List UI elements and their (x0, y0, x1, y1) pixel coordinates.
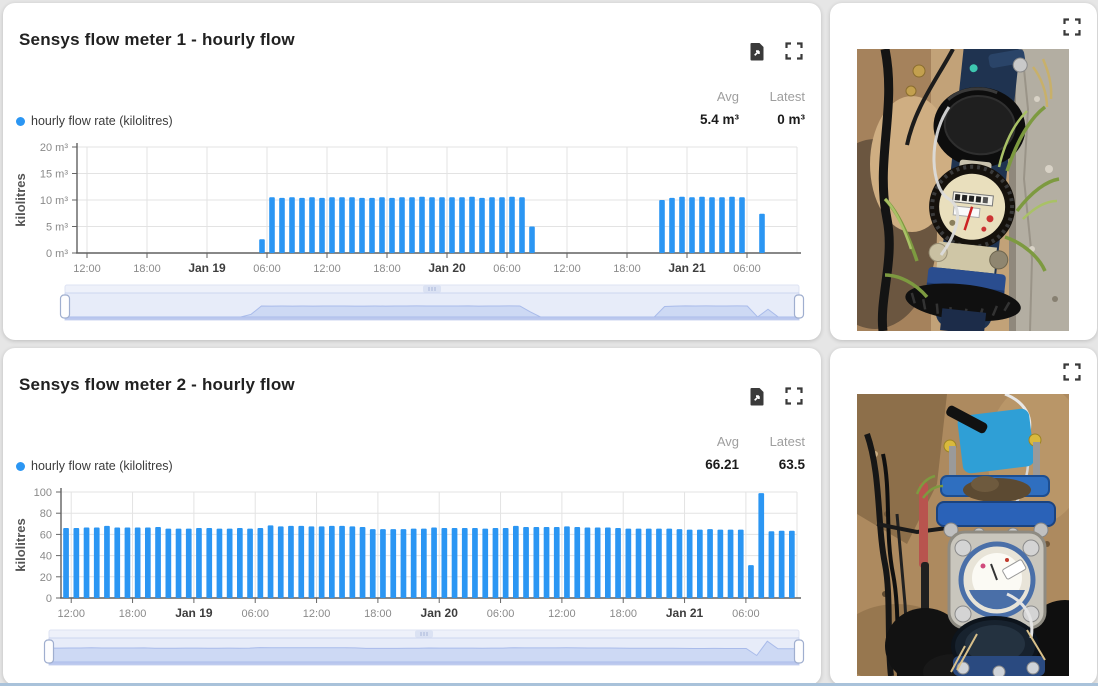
time-range-slider-2[interactable] (11, 628, 807, 670)
slider-handle-right[interactable] (795, 295, 804, 318)
dashboard: { "panels": [ { "title": "Sensys flow me… (0, 0, 1098, 686)
svg-text:06:00: 06:00 (253, 263, 281, 275)
svg-text:18:00: 18:00 (364, 608, 392, 620)
svg-text:12:00: 12:00 (303, 608, 331, 620)
avg-stat: Avg 5.4 m³ (697, 89, 739, 127)
latest-label: Latest (763, 89, 805, 104)
panel-toolbar (748, 41, 805, 61)
svg-text:100: 100 (34, 487, 52, 499)
legend-item-hourly-flow-rate[interactable]: hourly flow rate (kilolitres) (16, 459, 173, 473)
svg-text:18:00: 18:00 (613, 263, 641, 275)
avg-value: 5.4 m³ (697, 112, 739, 127)
avg-value: 66.21 (697, 457, 739, 472)
legend-marker-icon (16, 462, 25, 471)
svg-text:18:00: 18:00 (609, 608, 637, 620)
svg-text:0 m³: 0 m³ (46, 248, 68, 260)
panel-meter-photo-1 (830, 3, 1097, 340)
svg-text:06:00: 06:00 (732, 608, 760, 620)
flow-meter-photo-illustration (857, 394, 1069, 676)
panel-toolbar (748, 386, 805, 406)
avg-stat: Avg 66.21 (697, 434, 739, 472)
fullscreen-button[interactable] (785, 41, 805, 61)
fullscreen-button[interactable] (785, 386, 805, 406)
svg-text:15 m³: 15 m³ (40, 169, 68, 181)
legend-item-hourly-flow-rate[interactable]: hourly flow rate (kilolitres) (16, 114, 173, 128)
svg-text:80: 80 (40, 508, 52, 520)
svg-text:20: 20 (40, 572, 52, 584)
svg-text:Jan 19: Jan 19 (188, 261, 226, 275)
fullscreen-button[interactable] (1063, 362, 1083, 382)
svg-text:10 m³: 10 m³ (40, 195, 68, 207)
latest-value: 63.5 (763, 457, 805, 472)
fullscreen-icon (1063, 18, 1081, 36)
export-report-button[interactable] (748, 41, 768, 61)
export-report-button[interactable] (748, 386, 768, 406)
panel-flow-meter-2: Sensys flow meter 2 - hourly flow Avg 66… (3, 348, 821, 685)
slider-handle-left[interactable] (61, 295, 70, 318)
svg-text:Jan 20: Jan 20 (428, 261, 466, 275)
svg-text:12:00: 12:00 (57, 608, 85, 620)
hourly-flow-chart-1[interactable]: 0 m³ 5 m³ 10 m³ 15 m³ 20 m³ 12:00 18:00 Jan 19 0… (11, 141, 807, 279)
fullscreen-icon (785, 387, 803, 405)
svg-text:Jan 19: Jan 19 (175, 606, 213, 620)
svg-text:5 m³: 5 m³ (46, 222, 68, 234)
svg-text:60: 60 (40, 529, 52, 541)
slider-handle-left[interactable] (45, 640, 54, 663)
svg-text:12:00: 12:00 (73, 263, 101, 275)
svg-text:18:00: 18:00 (373, 263, 401, 275)
legend-label: hourly flow rate (kilolitres) (31, 114, 173, 128)
svg-text:20 m³: 20 m³ (40, 142, 68, 154)
latest-label: Latest (763, 434, 805, 449)
svg-text:06:00: 06:00 (241, 608, 269, 620)
avg-label: Avg (697, 434, 739, 449)
svg-text:06:00: 06:00 (487, 608, 515, 620)
svg-text:12:00: 12:00 (548, 608, 576, 620)
latest-stat: Latest 0 m³ (763, 89, 805, 127)
chart-stats: Avg 66.21 Latest 63.5 (697, 434, 805, 472)
slider-handle-right[interactable] (795, 640, 804, 663)
page-title: Sensys flow meter 1 - hourly flow (19, 30, 295, 50)
meter-photo-1 (857, 49, 1069, 331)
fullscreen-icon (1063, 363, 1081, 381)
latest-stat: Latest 63.5 (763, 434, 805, 472)
legend-marker-icon (16, 117, 25, 126)
meter-photo-2 (857, 394, 1069, 676)
time-range-slider-1[interactable] (11, 283, 807, 325)
fullscreen-button[interactable] (1063, 17, 1083, 37)
panel-meter-photo-2 (830, 348, 1097, 685)
chart-stats: Avg 5.4 m³ Latest 0 m³ (697, 89, 805, 127)
svg-text:18:00: 18:00 (133, 263, 161, 275)
dashboard-grid: Sensys flow meter 1 - hourly flow Avg 5.… (3, 3, 1097, 685)
fullscreen-icon (785, 42, 803, 60)
export-report-icon (748, 42, 766, 61)
svg-text:18:00: 18:00 (119, 608, 147, 620)
svg-text:06:00: 06:00 (733, 263, 761, 275)
latest-value: 0 m³ (763, 112, 805, 127)
svg-text:kilolitres: kilolitres (13, 173, 28, 226)
flow-meter-photo-illustration (857, 49, 1069, 331)
svg-text:kilolitres: kilolitres (13, 518, 28, 571)
export-report-icon (748, 387, 766, 406)
svg-text:40: 40 (40, 551, 52, 563)
svg-text:0: 0 (46, 593, 52, 605)
svg-text:Jan 21: Jan 21 (666, 606, 704, 620)
svg-text:12:00: 12:00 (313, 263, 341, 275)
panel-flow-meter-1: Sensys flow meter 1 - hourly flow Avg 5.… (3, 3, 821, 340)
hourly-flow-chart-2[interactable]: 0 20 40 60 80 100 12:00 18:00 Jan 19 06:00 12:00 18… (11, 486, 807, 624)
svg-text:Jan 20: Jan 20 (421, 606, 459, 620)
page-title: Sensys flow meter 2 - hourly flow (19, 375, 295, 395)
avg-label: Avg (697, 89, 739, 104)
svg-text:06:00: 06:00 (493, 263, 521, 275)
svg-text:Jan 21: Jan 21 (668, 261, 706, 275)
legend-label: hourly flow rate (kilolitres) (31, 459, 173, 473)
svg-text:12:00: 12:00 (553, 263, 581, 275)
